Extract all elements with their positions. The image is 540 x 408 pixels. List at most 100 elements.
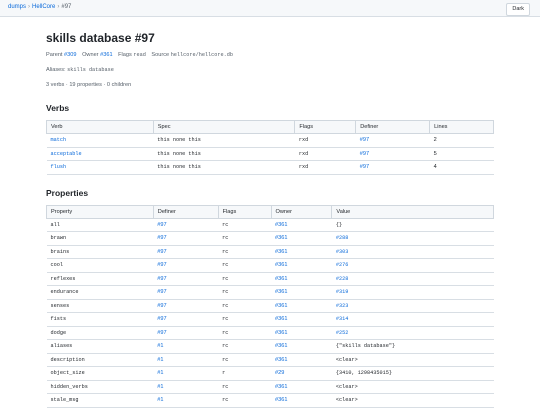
property-definer-link[interactable]: #97 [157, 249, 166, 255]
property-definer-link[interactable]: #97 [157, 276, 166, 282]
property-definer-link[interactable]: #1 [157, 343, 163, 349]
property-value: {} [331, 218, 494, 232]
property-flags: rc [218, 380, 272, 394]
property-definer-link[interactable]: #97 [157, 303, 166, 309]
verbs-col-lines: Lines [429, 120, 494, 134]
property-owner-link[interactable]: #361 [275, 397, 287, 403]
verbs-col-definer: Definer [355, 120, 431, 134]
property-owner-link[interactable]: #361 [275, 222, 287, 228]
owner-link[interactable]: #361 [100, 52, 112, 58]
property-row: hidden_verbs #1 rc #361 <clear> [46, 380, 494, 394]
property-definer-link[interactable]: #1 [157, 397, 163, 403]
property-definer-link[interactable]: #97 [157, 235, 166, 241]
property-value-link[interactable]: #228 [336, 276, 348, 282]
property-row: endurance #97 rc #361 #319 [46, 285, 494, 300]
property-definer-link[interactable]: #97 [157, 316, 166, 322]
property-flags: rc [218, 299, 272, 313]
verbs-col-spec: Spec [152, 120, 296, 134]
property-row: reflexes #97 rc #361 #228 [46, 272, 494, 286]
property-owner-link[interactable]: #29 [275, 370, 284, 376]
properties-header-row: Property Definer Flags Owner Value [46, 204, 494, 219]
source-value: hellcore/hellcore.db [170, 52, 233, 58]
verb-definer-link[interactable]: #97 [360, 137, 369, 143]
property-definer-link[interactable]: #1 [157, 357, 163, 363]
property-owner-link[interactable]: #361 [275, 303, 287, 309]
parent-label: Parent [46, 52, 63, 58]
main-content: skills database #97 Parent #309 Owner #3… [46, 31, 494, 408]
flags-label: Flags [118, 52, 132, 58]
property-flags: rc [218, 285, 272, 300]
property-name: brawn [46, 231, 154, 246]
property-flags: rc [218, 245, 272, 259]
property-name: all [46, 218, 154, 232]
breadcrumb: dumps › HellCore › #97 [8, 4, 71, 10]
verb-name-link[interactable]: match [51, 137, 67, 143]
verbs-header-row: Verb Spec Flags Definer Lines [46, 120, 494, 134]
top-bar: dumps › HellCore › #97 Dark [0, 0, 540, 17]
verb-flags: rxd [294, 147, 356, 161]
property-name: hidden_verbs [46, 380, 154, 394]
property-name: description [46, 353, 154, 367]
property-value: {3410, 1298435015} [331, 366, 494, 381]
property-flags: rc [218, 339, 272, 354]
property-definer-link[interactable]: #97 [157, 222, 166, 228]
verb-definer-link[interactable]: #97 [360, 164, 369, 170]
property-value-link[interactable]: #252 [336, 330, 348, 336]
property-value-link[interactable]: #303 [336, 249, 348, 255]
flags-value: read [133, 52, 146, 58]
property-name: reflexes [46, 272, 154, 286]
property-owner-link[interactable]: #361 [275, 330, 287, 336]
property-owner-link[interactable]: #361 [275, 316, 287, 322]
property-row: object_size #1 r #29 {3410, 1298435015} [46, 366, 494, 381]
property-owner-link[interactable]: #361 [275, 235, 287, 241]
properties-table: Property Definer Flags Owner Value all #9… [46, 204, 494, 408]
verb-flags: rxd [294, 133, 356, 148]
property-flags: rc [218, 258, 272, 273]
property-definer-link[interactable]: #97 [157, 289, 166, 295]
property-owner-link[interactable]: #361 [275, 384, 287, 390]
verb-name-link[interactable]: acceptable [51, 151, 82, 157]
property-owner-link[interactable]: #361 [275, 357, 287, 363]
breadcrumb-separator: › [57, 4, 60, 10]
verbs-col-verb: Verb [46, 120, 154, 134]
property-definer-link[interactable]: #97 [157, 262, 166, 268]
property-row: cool #97 rc #361 #276 [46, 258, 494, 273]
object-counts: 3 verbs · 19 properties · 0 children [46, 82, 132, 88]
property-owner-link[interactable]: #361 [275, 249, 287, 255]
property-owner-link[interactable]: #361 [275, 262, 287, 268]
breadcrumb-separator: › [28, 4, 31, 10]
property-value-link[interactable]: #276 [336, 262, 348, 268]
object-meta: Parent #309 Owner #361 Flags read Source… [46, 51, 494, 60]
property-name: object_size [46, 366, 154, 381]
property-name: dodge [46, 326, 154, 340]
property-value-link[interactable]: #323 [336, 303, 348, 309]
property-flags: rc [218, 312, 272, 327]
property-value-link[interactable]: #314 [336, 316, 348, 322]
property-flags: r [218, 366, 272, 381]
property-value-link[interactable]: #288 [336, 235, 348, 241]
aliases-label: Aliases: [46, 67, 66, 73]
property-definer-link[interactable]: #1 [157, 370, 163, 376]
dark-mode-button[interactable]: Dark [506, 3, 530, 16]
property-name: senses [46, 299, 154, 313]
verb-name-link[interactable]: flush [51, 164, 67, 170]
property-value: {"skills database"} [331, 339, 494, 354]
verb-definer-link[interactable]: #97 [360, 151, 369, 157]
verb-row: match this none this rxd #97 2 [46, 133, 494, 148]
property-definer-link[interactable]: #97 [157, 330, 166, 336]
breadcrumb-db-link[interactable]: HellCore [32, 4, 55, 10]
props-col-flags: Flags [217, 204, 272, 219]
property-flags: rc [218, 231, 272, 246]
property-definer-link[interactable]: #1 [157, 384, 163, 390]
property-row: brawn #97 rc #361 #288 [46, 231, 494, 246]
props-col-property: Property [46, 204, 154, 219]
parent-link[interactable]: #309 [64, 52, 76, 58]
property-owner-link[interactable]: #361 [275, 343, 287, 349]
property-owner-link[interactable]: #361 [275, 289, 287, 295]
property-owner-link[interactable]: #361 [275, 276, 287, 282]
verb-lines: 4 [429, 160, 494, 175]
verbs-table: Verb Spec Flags Definer Lines match this… [46, 120, 494, 175]
aliases-value: skills database [67, 67, 114, 73]
breadcrumb-dumps-link[interactable]: dumps [8, 4, 26, 10]
property-value-link[interactable]: #319 [336, 289, 348, 295]
